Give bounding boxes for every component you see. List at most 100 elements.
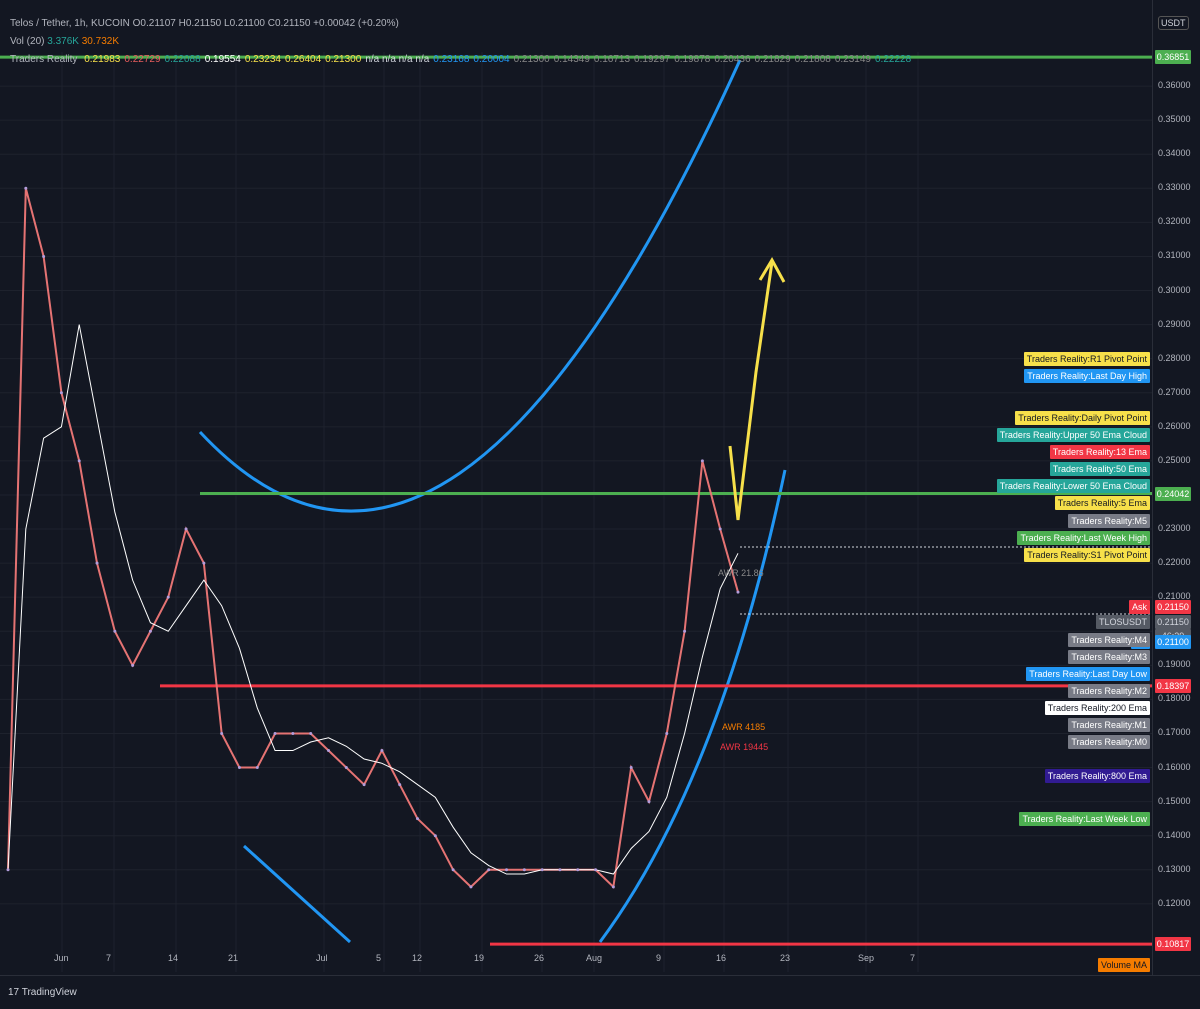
indicator-value: 0.23168: [433, 54, 470, 65]
tradingview-text: TradingView: [21, 987, 77, 998]
price-tag: 0.21100: [1155, 634, 1191, 649]
indicator-value: n/a n/a n/a n/a: [365, 54, 430, 65]
price-axis-tick: 0.34000: [1158, 148, 1191, 159]
indicator-label: Traders Reality:13 Ema: [1049, 445, 1150, 460]
price-tag-prefix: Ask: [1128, 600, 1150, 615]
indicator-label: Traders Reality:M5: [1068, 513, 1150, 528]
price-point: [700, 459, 704, 463]
time-axis-tick: Jun: [54, 953, 69, 963]
price-chart[interactable]: [0, 0, 1200, 1008]
price-point: [220, 731, 224, 735]
grid-lines: [0, 52, 1152, 972]
time-axis-tick: 21: [228, 953, 239, 963]
indicator-label: Traders Reality:M2: [1068, 683, 1150, 698]
time-axis[interactable]: [0, 975, 1200, 1009]
indicator-label: Traders Reality:Last Week Low: [1019, 811, 1150, 826]
price-level-tag: 0.10817: [1155, 937, 1191, 952]
price-tag-prefix: TLOSUSDT: [1095, 615, 1150, 630]
price-point: [95, 561, 99, 565]
price-axis-tick: 0.36000: [1158, 80, 1191, 91]
price-point: [576, 868, 580, 872]
header-ohlc-line: Telos / Tether, 1h, KUCOIN O0.21107 H0.2…: [10, 18, 399, 29]
indicator-value: 0.22228: [874, 54, 912, 65]
time-axis-tick: 9: [656, 953, 662, 963]
price-axis-tick: 0.35000: [1158, 114, 1191, 125]
indicator-value: 0.14349: [553, 54, 590, 65]
indicator-value: 0.16713: [593, 54, 631, 65]
projection-arrow: [728, 256, 786, 521]
indicator-label: Traders Reality:Daily Pivot Point: [1015, 411, 1150, 426]
indicator-value: 0.22088: [164, 54, 201, 65]
price-point: [505, 868, 509, 872]
price-point: [131, 663, 135, 667]
indicator-value: 0.19297: [634, 54, 671, 65]
price-point: [42, 254, 46, 258]
indicator-value: 0.21808: [794, 54, 831, 65]
projection-arrow-line: [728, 261, 774, 521]
time-axis-tick: 7: [910, 953, 916, 963]
indicator-value: 0.23149: [834, 54, 871, 65]
price-axis-tick: 0.18000: [1158, 693, 1191, 704]
price-point: [59, 391, 63, 395]
indicator-value: 0.21300: [325, 54, 362, 65]
time-axis-tick: Sep: [858, 953, 875, 963]
price-axis-tick: 0.26000: [1158, 420, 1191, 431]
indicator-value: 0.23234: [244, 54, 281, 65]
indicator-value: 0.21829: [754, 54, 791, 65]
price-axis-tick: 0.22000: [1158, 557, 1191, 568]
price-axis-tick: 0.23000: [1158, 523, 1191, 534]
currency-badge[interactable]: USDT: [1158, 16, 1189, 30]
tradingview-logo: 17 TradingView: [8, 987, 77, 998]
time-axis-tick: 26: [534, 953, 545, 963]
indicator-value: 0.20436: [714, 54, 751, 65]
tradingview-icon: 17: [8, 987, 22, 998]
price-point: [184, 527, 188, 531]
price-point: [416, 817, 420, 821]
price-point: [380, 749, 384, 753]
indicator-label: Traders Reality: [10, 54, 78, 65]
price-point: [273, 731, 277, 735]
indicator-label: Traders Reality:Last Day High: [1024, 368, 1150, 383]
price-point: [398, 783, 402, 787]
price-point: [255, 766, 259, 770]
price-point: [291, 731, 295, 735]
price-point: [77, 459, 81, 463]
indicator-label: Traders Reality:M0: [1068, 735, 1150, 749]
price-point: [558, 868, 562, 872]
price-point: [362, 783, 366, 787]
price-axis-tick: 0.14000: [1158, 829, 1191, 840]
header-indicator-line: Traders Reality 0.21983 0.22729 0.22088 0.1…: [10, 54, 911, 66]
price-axis-tick: 0.27000: [1158, 386, 1191, 397]
time-axis-tick: 5: [376, 953, 382, 963]
indicator-value: 0.19554: [204, 54, 241, 65]
time-axis-tick: 19: [474, 953, 485, 963]
price-point: [594, 868, 598, 872]
indicator-label: Traders Reality:M4: [1068, 632, 1150, 647]
price-point: [113, 629, 117, 633]
price-tag: 0.21150: [1155, 615, 1191, 630]
price-axis-tick: 0.16000: [1158, 761, 1191, 772]
price-axis-tick: 0.28000: [1158, 352, 1191, 363]
lower-parabolic-arc: [242, 844, 352, 944]
time-axis-tick: 23: [780, 953, 791, 963]
price-axis-tick: 0.31000: [1158, 250, 1191, 261]
price-axis-tick: 0.15000: [1158, 795, 1191, 806]
price-point: [629, 766, 633, 770]
indicator-label: Traders Reality:S1 Pivot Point: [1024, 547, 1150, 562]
price-axis-tick: 0.17000: [1158, 727, 1191, 738]
awr-annotation: AWR 4185: [722, 722, 766, 732]
awr-annotation: AWR 19445: [720, 742, 769, 752]
time-axis-tick: Aug: [586, 953, 603, 963]
upper-parabolic-arc: [198, 59, 742, 513]
price-point: [540, 868, 544, 872]
price-axis-tick: 0.33000: [1158, 182, 1191, 193]
price-axis-tick: 0.13000: [1158, 863, 1191, 874]
indicator-value: 0.21300: [513, 54, 550, 65]
price-point: [718, 527, 722, 531]
indicator-label: Traders Reality:Upper 50 Ema Cloud: [996, 428, 1150, 443]
price-point: [665, 731, 669, 735]
header-volume-line: Vol (20) 3.376K 30.732K: [10, 36, 119, 48]
volume-label: Vol (20): [10, 36, 45, 47]
price-axis-tick: 0.29000: [1158, 318, 1191, 329]
volume-ma-value: 30.732K: [81, 36, 119, 47]
